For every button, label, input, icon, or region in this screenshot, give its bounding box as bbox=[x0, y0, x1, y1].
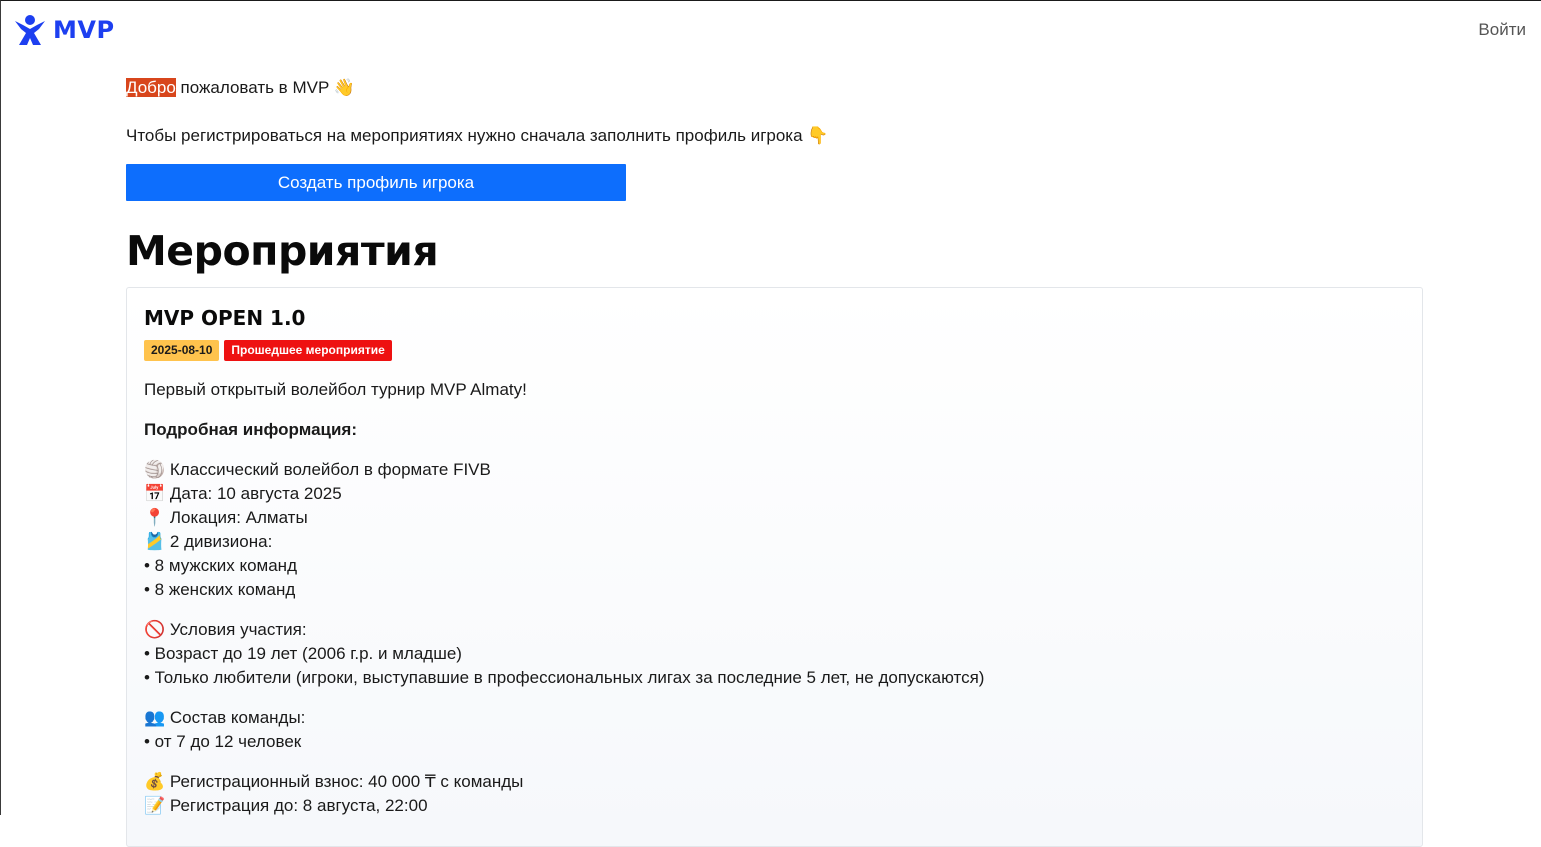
format-line: 📅 Дата: 10 августа 2025 bbox=[144, 484, 342, 503]
format-line: 🎽 2 дивизиона: bbox=[144, 532, 273, 551]
create-profile-button[interactable]: Создать профиль игрока bbox=[126, 164, 626, 201]
welcome-text: Добро пожаловать в MVP 👋 bbox=[126, 76, 1423, 100]
logo-text: MVP bbox=[53, 16, 115, 44]
team-line: • от 7 до 12 человек bbox=[144, 732, 302, 751]
conditions-line: • Возраст до 19 лет (2006 г.р. и младше) bbox=[144, 644, 462, 663]
event-fee-block: 💰 Регистрационный взнос: 40 000 ₸ с кома… bbox=[144, 770, 1405, 818]
format-line: • 8 мужских команд bbox=[144, 556, 297, 575]
event-badges: 2025-08-10 Прошедшее мероприятие bbox=[144, 340, 1405, 361]
fee-line: 💰 Регистрационный взнос: 40 000 ₸ с кома… bbox=[144, 772, 524, 791]
event-details-heading: Подробная информация: bbox=[144, 420, 358, 439]
event-card[interactable]: MVP OPEN 1.0 2025-08-10 Прошедшее меропр… bbox=[126, 287, 1423, 847]
fee-line: 📝 Регистрация до: 8 августа, 22:00 bbox=[144, 796, 428, 815]
conditions-line: 🚫 Условия участия: bbox=[144, 620, 307, 639]
event-title[interactable]: MVP OPEN 1.0 bbox=[144, 304, 1405, 332]
format-line: 🏐 Классический волейбол в формате FIVB bbox=[144, 460, 491, 479]
logo[interactable]: MVP bbox=[13, 13, 115, 47]
format-line: • 8 женских команд bbox=[144, 580, 296, 599]
event-date-badge: 2025-08-10 bbox=[144, 340, 220, 361]
conditions-line: • Только любители (игроки, выступавшие в… bbox=[144, 668, 985, 687]
event-conditions-block: 🚫 Условия участия: • Возраст до 19 лет (… bbox=[144, 618, 1405, 690]
profile-hint: Чтобы регистрироваться на мероприятиях н… bbox=[126, 126, 829, 145]
logo-player-icon bbox=[15, 15, 45, 45]
login-link[interactable]: Войти bbox=[1478, 20, 1526, 40]
top-header: MVP Войти bbox=[1, 1, 1541, 59]
page-title: Мероприятия bbox=[126, 227, 439, 275]
welcome-rest: пожаловать в MVP 👋 bbox=[175, 78, 355, 97]
event-short-description: Первый открытый волейбол турнир MVP Alma… bbox=[144, 380, 527, 399]
format-line: 📍 Локация: Алматы bbox=[144, 508, 308, 527]
event-format-block: 🏐 Классический волейбол в формате FIVB 📅… bbox=[144, 458, 1405, 602]
team-line: 👥 Состав команды: bbox=[144, 708, 306, 727]
main-content: Добро пожаловать в MVP 👋 Чтобы регистрир… bbox=[126, 76, 1423, 847]
event-team-block: 👥 Состав команды: • от 7 до 12 человек bbox=[144, 706, 1405, 754]
welcome-highlight: Добро bbox=[126, 78, 176, 97]
event-status-badge: Прошедшее мероприятие bbox=[224, 340, 392, 361]
